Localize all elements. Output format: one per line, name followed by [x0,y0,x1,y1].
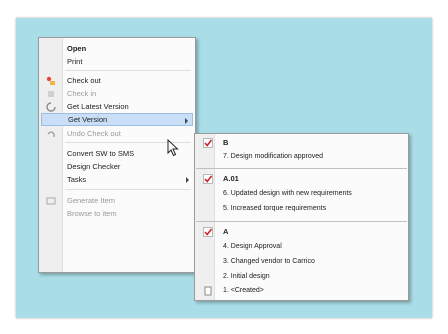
menu-item-label: Get Version [68,115,108,124]
menu-item-label: Get Latest Version [67,102,129,111]
revision-label: 2. Initial design [223,273,270,280]
version-submenu: B 7. Design modification approved A.01 6… [194,133,409,301]
menu-item-generate-item[interactable]: Generate Item [41,194,193,207]
menu-item-tasks[interactable]: Tasks [41,173,193,186]
undo-icon [47,131,55,137]
checkbox-checked-icon [203,227,213,237]
menu-item-check-out[interactable]: Check out [41,74,193,87]
document-icon [204,286,212,296]
menu-item-check-in[interactable]: Check in [41,87,193,100]
menu-item-design-checker[interactable]: Design Checker [41,160,193,173]
menu-item-browse-to-item[interactable]: Browse to item [41,207,193,220]
revision-label: 7. Design modification approved [223,153,324,160]
menu-item-label: Design Checker [67,162,121,171]
revision-entry[interactable]: 1. <Created> [197,285,406,297]
submenu-separator [196,221,407,222]
version-item-a01[interactable]: A.01 [197,173,406,185]
version-item-a[interactable]: A [197,226,406,238]
menu-item-get-latest-version[interactable]: Get Latest Version [41,100,193,113]
menu-item-label: Browse to item [67,209,117,218]
menu-item-label: Convert SW to SMS [67,149,135,158]
menu-item-label: Check in [67,89,97,98]
version-label: A [223,227,229,236]
get-latest-icon [46,102,56,112]
menu-item-label: Check out [67,76,101,85]
revision-entry[interactable]: 2. Initial design [197,271,406,283]
revision-entry[interactable]: 4. Design Approval [197,241,406,253]
revision-entry[interactable]: 5. Increased torque requirements [197,203,406,215]
revision-entry[interactable]: 7. Design modification approved [197,151,406,163]
menu-item-label: Print [67,57,83,66]
check-in-icon [48,91,54,97]
checkbox-checked-icon [203,174,213,184]
menu-item-label: Undo Check out [67,129,121,138]
menu-item-open[interactable]: Open [41,42,193,55]
mouse-cursor-icon [167,139,179,157]
submenu-arrow-icon [185,118,188,124]
submenu-separator [196,168,407,169]
menu-separator [65,189,191,190]
checkbox-checked-icon [203,138,213,148]
menu-item-print[interactable]: Print [41,55,193,68]
revision-label: 6. Updated design with new requirements [223,190,352,197]
menu-separator [65,70,191,71]
revision-entry[interactable]: 6. Updated design with new requirements [197,188,406,200]
revision-entry[interactable]: 3. Changed vendor to Carrico [197,256,406,268]
revision-label: 5. Increased torque requirements [223,205,327,212]
revision-label: 4. Design Approval [223,243,282,250]
menu-item-label: Open [67,44,87,53]
revision-label: 3. Changed vendor to Carrico [223,258,315,265]
version-item-b[interactable]: B [197,137,406,149]
submenu-arrow-icon [186,177,189,183]
check-out-icon [46,76,55,85]
menu-item-label: Generate Item [67,196,115,205]
version-label: B [223,138,229,147]
revision-label: 1. <Created> [223,287,264,294]
menu-item-get-version[interactable]: Get Version [41,113,193,126]
version-label: A.01 [223,174,239,183]
generate-item-icon [46,197,56,205]
menu-item-label: Tasks [67,175,87,184]
